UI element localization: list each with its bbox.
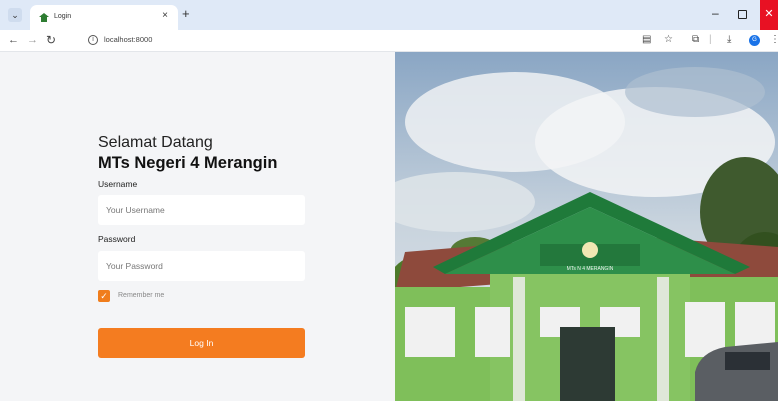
building-illustration: MTs N 4 MERANGIN (395, 52, 778, 401)
download-icon[interactable]: ⤓ (727, 34, 731, 46)
profile-avatar[interactable]: G (749, 35, 760, 46)
address-bar[interactable]: localhost:8000 (104, 35, 152, 44)
extensions-icon[interactable]: ⧉ (692, 34, 699, 46)
reload-icon[interactable]: ↻ (46, 34, 56, 46)
forward-arrow-icon[interactable]: → (27, 34, 38, 46)
translate-icon[interactable]: ▤ (642, 34, 651, 46)
password-label: Password (98, 234, 136, 244)
remember-me-label[interactable]: Remember me (118, 292, 164, 299)
school-logo-icon (39, 13, 49, 22)
page-content: Selamat Datang MTs Negeri 4 Merangin Use… (0, 52, 778, 401)
browser-toolbar: ← → ↻ i localhost:8000 ▤ ☆ ⧉ | ⤓ G ⋮ (0, 30, 778, 52)
browser-tab[interactable]: Login × (30, 5, 178, 30)
browser-tab-bar: ⌄ Login × + – ✕ (0, 0, 778, 30)
school-building-photo: MTs N 4 MERANGIN (395, 52, 778, 401)
minimize-button[interactable]: – (712, 6, 719, 20)
close-window-button[interactable]: ✕ (760, 0, 778, 30)
maximize-button[interactable] (738, 10, 747, 19)
tab-search-button[interactable]: ⌄ (8, 8, 22, 22)
tab-title: Login (54, 13, 72, 20)
site-info-icon[interactable]: i (88, 35, 98, 45)
login-panel: Selamat Datang MTs Negeri 4 Merangin Use… (0, 52, 395, 401)
remember-me-checkbox[interactable]: ✓ (98, 290, 110, 302)
bookmark-star-icon[interactable]: ☆ (664, 34, 673, 46)
menu-kebab-icon[interactable]: ⋮ (770, 34, 778, 46)
building-sign-text: MTs N 4 MERANGIN (567, 266, 614, 272)
login-button[interactable]: Log In (98, 328, 305, 358)
welcome-heading: Selamat Datang (98, 134, 213, 151)
toolbar-divider: | (709, 34, 712, 45)
new-tab-button[interactable]: + (182, 7, 190, 21)
emblem-icon (582, 242, 598, 258)
username-label: Username (98, 179, 138, 189)
tab-close-icon[interactable]: × (162, 10, 168, 21)
school-name-heading: MTs Negeri 4 Merangin (98, 154, 278, 172)
username-input[interactable] (98, 195, 305, 225)
back-arrow-icon[interactable]: ← (8, 34, 19, 46)
password-input[interactable] (98, 251, 305, 281)
